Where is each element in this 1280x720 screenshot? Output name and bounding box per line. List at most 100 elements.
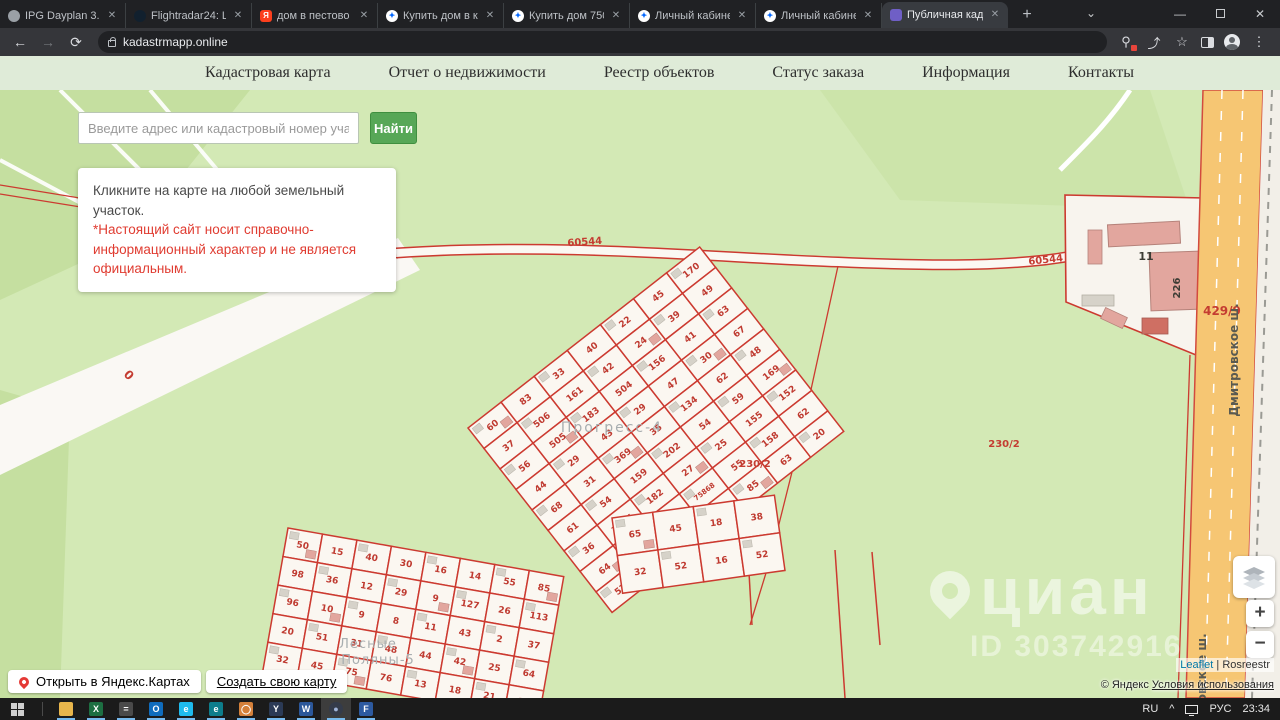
browser-active-icon: ● [329,702,343,716]
parcel-number[interactable]: 52 [755,550,769,562]
edge-taskbar-icon[interactable]: e [201,698,231,720]
tab-close-icon[interactable]: ✕ [357,9,371,23]
explorer-icon [59,702,73,716]
parcel-number[interactable]: 16 [715,555,729,567]
leaflet-link[interactable]: Leaflet [1180,659,1213,671]
word-icon: W [299,702,313,716]
browser-tab[interactable]: Ядом в пестово купить✕ [252,3,378,28]
notice-line2: *Настоящий сайт носит справочно-информац… [93,220,381,279]
search-input[interactable] [78,112,359,144]
word-taskbar-icon[interactable]: W [291,698,321,720]
back-button[interactable]: ← [8,30,32,54]
svg-text:230/2: 230/2 [988,439,1020,450]
extension-icon[interactable]: ⚲ [1117,34,1135,50]
tab-close-icon[interactable]: ✕ [735,9,749,23]
browser-active-taskbar-icon[interactable]: ● [321,698,351,720]
map-favicon-icon [890,9,902,21]
nav-item-5[interactable]: Контакты [1068,64,1134,82]
terms-link[interactable]: Условия использования [1152,679,1274,691]
nav-item-1[interactable]: Отчет о недвижимости [389,64,546,82]
parcel-number[interactable]: 32 [633,567,647,579]
side-panel-icon[interactable] [1201,37,1214,48]
nav-item-4[interactable]: Информация [922,64,1010,82]
maximize-button[interactable] [1200,0,1240,28]
lock-icon [108,40,116,47]
reload-button[interactable]: ⟳ [64,30,88,54]
menu-kebab-icon[interactable]: ⋮ [1250,34,1268,50]
browser-tab[interactable]: ✦Купить дом 750м² ул✕ [504,3,630,28]
map-search: Найти [78,112,417,144]
map-canvas[interactable]: 6083334022451703750616142243949565051835… [0,90,1280,698]
search-button[interactable]: Найти [370,112,417,144]
minimize-button[interactable]: — [1160,0,1200,28]
maximize-icon [1216,9,1225,18]
open-in-yandex-maps-button[interactable]: Открыть в Яндекс.Картах [8,670,201,693]
tab-close-icon[interactable]: ✕ [609,9,623,23]
tab-close-icon[interactable]: ✕ [861,9,875,23]
parcel-number[interactable]: 65 [628,529,642,541]
tab-title: IPG Dayplan 3.0 [25,10,100,22]
cian-favicon-icon: ✦ [764,10,776,22]
tab-close-icon[interactable]: ✕ [105,9,119,23]
tab-search-icon[interactable]: ⌄ [1074,0,1108,28]
tab-title: Flightradar24: Live Flig [151,10,226,22]
tab-close-icon[interactable]: ✕ [483,9,497,23]
attribution-divider: | [1213,659,1222,671]
network-icon[interactable] [1185,705,1198,714]
parcel-number[interactable]: 38 [750,512,764,524]
share-icon[interactable]: ⤴ [1145,33,1163,52]
yandex-browser-taskbar-icon[interactable]: Y [261,698,291,720]
svg-text:Прогресс-4: Прогресс-4 [561,420,663,436]
bookmark-icon[interactable]: ☆ [1173,34,1191,50]
browser-tab[interactable]: ✦Личный кабинет ЦИА✕ [756,3,882,28]
zoom-in-button[interactable]: + [1246,600,1274,627]
tray-chevron-icon[interactable]: ^ [1169,703,1174,715]
notice-line1: Кликните на карте на любой земельный уча… [93,181,381,220]
cian-favicon-icon: ✦ [638,10,650,22]
parcel-number[interactable]: 45 [669,523,683,535]
browser-tab[interactable]: Flightradar24: Live Flig ✕ [126,3,252,28]
outlook-icon: O [149,702,163,716]
map-action-buttons: Открыть в Яндекс.Картах Создать свою кар… [8,670,347,693]
parcel-number[interactable]: 18 [709,518,723,530]
clock[interactable]: 23:34 [1242,703,1270,715]
language-indicator[interactable]: РУС [1209,703,1231,715]
tab-title: Личный кабинет ЦИА [655,10,730,22]
parcel-number[interactable]: 52 [674,561,688,573]
outlook-taskbar-icon[interactable]: O [141,698,171,720]
svg-text:230/2: 230/2 [739,459,771,470]
start-button[interactable] [0,698,34,720]
forward-button[interactable]: → [36,30,60,54]
nav-item-3[interactable]: Статус заказа [772,64,864,82]
nav-item-0[interactable]: Кадастровая карта [205,64,331,82]
open-in-yandex-maps-label: Открыть в Яндекс.Картах [36,674,190,689]
parcel-number[interactable]: 21 [482,691,496,698]
nav-item-2[interactable]: Реестр объектов [604,64,715,82]
explorer-taskbar-icon[interactable] [51,698,81,720]
window-controls: ⌄ — ✕ [1074,0,1280,28]
browser-tab[interactable]: Публичная кадастров ✕ [882,2,1008,28]
create-map-button[interactable]: Создать свою карту [206,670,348,693]
url-text[interactable]: kadastrmapp.online [123,35,228,49]
flightradar-taskbar-icon[interactable]: F [351,698,381,720]
tab-close-icon[interactable]: ✕ [988,8,1002,22]
tab-close-icon[interactable]: ✕ [231,9,245,23]
calculator-icon: = [119,702,133,716]
close-window-button[interactable]: ✕ [1240,0,1280,28]
browser-tab[interactable]: ✦Купить дом в коттедж✕ [378,3,504,28]
ie-taskbar-icon[interactable]: e [171,698,201,720]
rosreestr-label: Rosreestr [1222,659,1270,671]
calculator-taskbar-icon[interactable]: = [111,698,141,720]
browser-tab[interactable]: IPG Dayplan 3.0 ✕ [0,3,126,28]
layers-button[interactable] [1233,556,1275,598]
yandex-copyright: © Яндекс [1101,679,1152,691]
address-bar[interactable]: kadastrmapp.online [98,31,1107,53]
browser-tab[interactable]: ✦ Личный кабинет ЦИА ✕ [630,3,756,28]
profile-avatar[interactable] [1224,34,1240,50]
zoom-out-button[interactable]: − [1246,631,1274,658]
new-tab-button[interactable]: + [1014,2,1040,28]
excel-taskbar-icon[interactable]: X [81,698,111,720]
tab-title: Публичная кадастров [907,9,983,21]
app-color-taskbar-icon[interactable]: ◯ [231,698,261,720]
keyboard-layout-short[interactable]: RU [1142,703,1158,715]
